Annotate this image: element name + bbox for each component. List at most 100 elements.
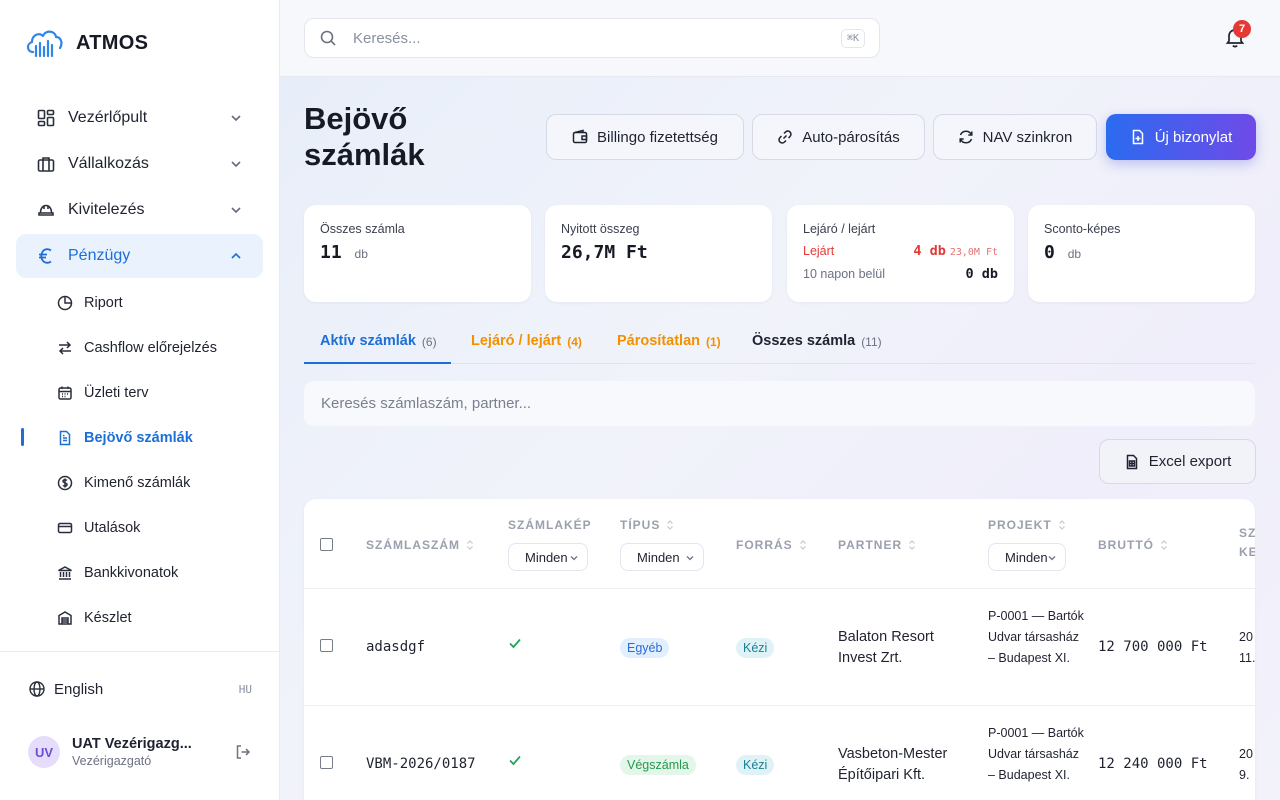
date-part-1: 20 bbox=[1239, 630, 1253, 644]
gross-amount: 12 700 000 Ft bbox=[1098, 639, 1208, 655]
card-label: Sconto-képes bbox=[1044, 222, 1121, 236]
euro-icon bbox=[36, 246, 56, 266]
th-image: SZÁMLAKÉP bbox=[508, 518, 592, 532]
expired-value: 4 db bbox=[913, 243, 946, 259]
table-row[interactable]: VBM-2026/0187 Végszámla Kézi Vasbeton-Me… bbox=[304, 706, 1255, 800]
row-checkbox[interactable] bbox=[320, 756, 333, 769]
th-label: PARTNER bbox=[838, 538, 903, 552]
nav-finance[interactable]: Pénzügy bbox=[16, 234, 263, 278]
auto-match-button[interactable]: Auto-párosítás bbox=[752, 114, 925, 160]
new-document-label: Új bizonylat bbox=[1154, 128, 1233, 146]
tab-active-invoices[interactable]: Aktív számlák (6) bbox=[304, 325, 451, 364]
sidebar-item-label: Utalások bbox=[84, 519, 141, 536]
sidebar-item-report[interactable]: Riport bbox=[16, 280, 263, 325]
th-partner[interactable]: PARTNER bbox=[838, 538, 916, 552]
tab-all-invoices[interactable]: Összes számla (11) bbox=[752, 325, 882, 364]
card-label: Összes számla bbox=[320, 222, 405, 236]
nav-sync-button[interactable]: NAV szinkron bbox=[933, 114, 1097, 160]
logo[interactable]: ATMOS bbox=[24, 26, 148, 60]
logout-icon[interactable] bbox=[234, 743, 252, 761]
summary-cards: Összes számla 11 db Nyitott összeg 26,7M… bbox=[304, 205, 1255, 302]
nav-sync-label: NAV szinkron bbox=[982, 128, 1073, 146]
link-icon bbox=[778, 130, 792, 144]
row-checkbox[interactable] bbox=[320, 639, 333, 652]
th-project[interactable]: PROJEKT bbox=[988, 518, 1066, 532]
user-role: Vezérigazgató bbox=[72, 754, 152, 768]
card-value: 0 db bbox=[1044, 242, 1239, 263]
avatar: UV bbox=[28, 736, 60, 768]
language-switcher[interactable]: English HU bbox=[28, 680, 252, 698]
chevron-down-icon bbox=[231, 161, 241, 168]
calendar-icon bbox=[56, 384, 74, 402]
invoice-search-input[interactable]: Keresés számlaszám, partner... bbox=[304, 381, 1255, 426]
nav-label: Kivitelezés bbox=[68, 201, 145, 218]
select-value: Minden bbox=[525, 549, 568, 565]
th-label: FORRÁS bbox=[736, 538, 793, 552]
briefcase-icon bbox=[36, 154, 56, 174]
notification-badge: 7 bbox=[1233, 20, 1251, 38]
select-all-checkbox[interactable] bbox=[320, 538, 333, 551]
image-filter-select[interactable]: Minden bbox=[508, 543, 588, 571]
project-filter-select[interactable]: Minden bbox=[988, 543, 1066, 571]
credit-card-icon bbox=[56, 519, 74, 537]
globe-icon bbox=[29, 681, 45, 697]
table-header: SZÁMLASZÁM SZÁMLAKÉP Minden TÍPUS Minden… bbox=[304, 499, 1255, 589]
arrows-exchange-icon bbox=[56, 339, 74, 357]
type-filter-select[interactable]: Minden bbox=[620, 543, 704, 571]
card-label: Nyitott összeg bbox=[561, 222, 640, 236]
divider bbox=[0, 651, 279, 652]
user-profile[interactable]: UV UAT Vezérigazg... Vezérigazgató bbox=[28, 736, 252, 768]
sidebar-item-bank-statements[interactable]: Bankkivonatok bbox=[16, 550, 263, 595]
main-nav: Vezérlőpult Vállalkozás Kivitelezés Pénz… bbox=[16, 96, 263, 280]
date-part-2: 11. bbox=[1239, 651, 1255, 665]
excel-export-label: Excel export bbox=[1148, 453, 1232, 470]
sidebar-item-outgoing-invoices[interactable]: Kimenő számlák bbox=[16, 460, 263, 505]
project-name: P-0001 — Bartók Udvar társasház – Budape… bbox=[988, 726, 1084, 782]
nav-business[interactable]: Vállalkozás bbox=[16, 142, 263, 186]
tab-due-expired[interactable]: Lejáró / lejárt (4) bbox=[471, 325, 582, 364]
cloud-logo-icon bbox=[26, 30, 63, 58]
refresh-icon bbox=[959, 130, 973, 144]
table-row[interactable]: adasdgf Egyéb Kézi Balaton Resort Invest… bbox=[304, 589, 1255, 706]
chevron-down-icon bbox=[1048, 556, 1056, 561]
sidebar-item-transfers[interactable]: Utalások bbox=[16, 505, 263, 550]
nav-construction[interactable]: Kivitelezés bbox=[16, 188, 263, 232]
card-open-amount: Nyitott összeg 26,7M Ft bbox=[545, 205, 772, 302]
sidebar-item-business-plan[interactable]: Üzleti terv bbox=[16, 370, 263, 415]
th-next-2: KE bbox=[1239, 545, 1255, 559]
app-name: ATMOS bbox=[76, 31, 149, 54]
soon-label: 10 napon belül bbox=[803, 267, 886, 281]
bank-icon bbox=[56, 564, 74, 582]
chevron-up-icon bbox=[231, 252, 241, 259]
type-badge: Egyéb bbox=[620, 638, 670, 658]
sidebar-item-cashflow[interactable]: Cashflow előrejelzés bbox=[16, 325, 263, 370]
th-type[interactable]: TÍPUS bbox=[620, 518, 674, 532]
invoice-number[interactable]: VBM-2026/0187 bbox=[366, 756, 476, 772]
tab-unmatched[interactable]: Párosítatlan (1) bbox=[617, 325, 721, 364]
th-gross[interactable]: BRUTTÓ bbox=[1098, 538, 1168, 552]
excel-export-button[interactable]: Excel export bbox=[1099, 439, 1256, 484]
invoice-tabs: Aktív számlák (6) Lejáró / lejárt (4) Páro… bbox=[304, 325, 1255, 364]
th-source[interactable]: FORRÁS bbox=[736, 538, 807, 552]
billingo-button[interactable]: Billingo fizetettség bbox=[546, 114, 744, 160]
sidebar-item-inventory[interactable]: Készlet bbox=[16, 595, 263, 640]
new-document-button[interactable]: Új bizonylat bbox=[1106, 114, 1256, 160]
tab-count: (4) bbox=[567, 335, 582, 349]
th-label: BRUTTÓ bbox=[1098, 538, 1154, 552]
nav-label: Vezérlőpult bbox=[68, 109, 148, 126]
sidebar-item-incoming-invoices[interactable]: Bejövő számlák bbox=[16, 415, 263, 460]
th-number[interactable]: SZÁMLASZÁM bbox=[366, 538, 474, 552]
card-label: Lejáró / lejárt bbox=[803, 222, 876, 236]
sort-icon bbox=[909, 540, 916, 550]
card-total-invoices: Összes számla 11 db bbox=[304, 205, 531, 302]
card-number: 11 bbox=[320, 242, 342, 263]
invoice-table: SZÁMLASZÁM SZÁMLAKÉP Minden TÍPUS Minden… bbox=[304, 499, 1255, 800]
sort-icon bbox=[467, 540, 473, 550]
nav-dashboard[interactable]: Vezérlőpult bbox=[16, 96, 263, 140]
date-part-2: 9. bbox=[1239, 768, 1250, 782]
sort-icon bbox=[1058, 520, 1065, 530]
invoice-number[interactable]: adasdgf bbox=[366, 639, 425, 655]
sort-icon bbox=[799, 540, 806, 550]
th-label: SZÁMLASZÁM bbox=[366, 538, 460, 552]
global-search[interactable]: Keresés... ⌘K bbox=[304, 18, 880, 58]
